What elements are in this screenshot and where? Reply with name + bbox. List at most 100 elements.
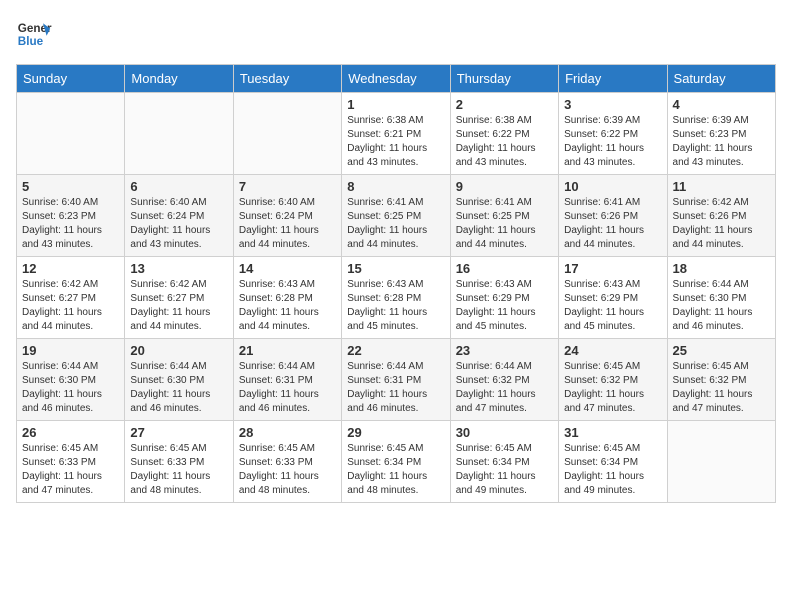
calendar-cell: 14 Sunrise: 6:43 AMSunset: 6:28 PMDayligh… (233, 257, 341, 339)
calendar-cell: 19Sunrise: 6:44 AMSunset: 6:30 PMDayligh… (17, 339, 125, 421)
day-number: 20 (130, 343, 227, 358)
calendar-week-row: 1Sunrise: 6:38 AMSunset: 6:21 PMDaylight… (17, 93, 776, 175)
calendar-cell: 25Sunrise: 6:45 AMSunset: 6:32 PMDayligh… (667, 339, 775, 421)
calendar-cell: 23 Sunrise: 6:44 AMSunset: 6:32 PMDayligh… (450, 339, 558, 421)
calendar-table: SundayMondayTuesdayWednesdayThursdayFrid… (16, 64, 776, 503)
day-info: Sunrise: 6:45 AMSunset: 6:34 PMDaylight:… (347, 442, 444, 498)
calendar-cell: 21Sunrise: 6:44 AMSunset: 6:31 PMDayligh… (233, 339, 341, 421)
day-info: Sunrise: 6:40 AMSunset: 6:24 PMDaylight:… (239, 196, 336, 252)
day-number: 6 (130, 179, 227, 194)
dow-header: Sunday (17, 65, 125, 93)
dow-header: Thursday (450, 65, 558, 93)
svg-text:Blue: Blue (18, 35, 44, 48)
day-info: Sunrise: 6:42 AMSunset: 6:27 PMDaylight:… (130, 278, 227, 334)
day-number: 18 (673, 261, 770, 276)
day-number: 2 (456, 97, 553, 112)
dow-header: Wednesday (342, 65, 450, 93)
day-number: 14 (239, 261, 336, 276)
day-number: 23 (456, 343, 553, 358)
day-info: Sunrise: 6:38 AMSunset: 6:21 PMDaylight:… (347, 114, 444, 170)
day-number: 29 (347, 425, 444, 440)
calendar-body: 1Sunrise: 6:38 AMSunset: 6:21 PMDaylight… (17, 93, 776, 503)
dow-header: Saturday (667, 65, 775, 93)
calendar-cell: 17 Sunrise: 6:43 AMSunset: 6:29 PMDayligh… (559, 257, 667, 339)
calendar-cell: 4 Sunrise: 6:39 AMSunset: 6:23 PMDaylight… (667, 93, 775, 175)
calendar-week-row: 19Sunrise: 6:44 AMSunset: 6:30 PMDayligh… (17, 339, 776, 421)
day-info: Sunrise: 6:45 AMSunset: 6:32 PMDaylight:… (564, 360, 661, 416)
day-number: 19 (22, 343, 119, 358)
calendar-cell: 20Sunrise: 6:44 AMSunset: 6:30 PMDayligh… (125, 339, 233, 421)
logo: General Blue (16, 16, 52, 52)
calendar-cell: 28Sunrise: 6:45 AMSunset: 6:33 PMDayligh… (233, 421, 341, 503)
day-info: Sunrise: 6:45 AMSunset: 6:33 PMDaylight:… (130, 442, 227, 498)
day-info: Sunrise: 6:43 AMSunset: 6:28 PMDaylight:… (239, 278, 336, 334)
day-number: 17 (564, 261, 661, 276)
day-info: Sunrise: 6:44 AMSunset: 6:31 PMDaylight:… (347, 360, 444, 416)
calendar-cell: 29 Sunrise: 6:45 AMSunset: 6:34 PMDayligh… (342, 421, 450, 503)
calendar-cell (233, 93, 341, 175)
calendar-cell: 30Sunrise: 6:45 AMSunset: 6:34 PMDayligh… (450, 421, 558, 503)
day-info: Sunrise: 6:45 AMSunset: 6:33 PMDaylight:… (22, 442, 119, 498)
day-number: 24 (564, 343, 661, 358)
day-info: Sunrise: 6:44 AMSunset: 6:30 PMDaylight:… (673, 278, 770, 334)
calendar-cell: 31 Sunrise: 6:45 AMSunset: 6:34 PMDayligh… (559, 421, 667, 503)
day-info: Sunrise: 6:40 AMSunset: 6:24 PMDaylight:… (130, 196, 227, 252)
day-info: Sunrise: 6:38 AMSunset: 6:22 PMDaylight:… (456, 114, 553, 170)
day-info: Sunrise: 6:43 AMSunset: 6:28 PMDaylight:… (347, 278, 444, 334)
day-number: 4 (673, 97, 770, 112)
calendar-week-row: 26 Sunrise: 6:45 AMSunset: 6:33 PMDayligh… (17, 421, 776, 503)
calendar-cell: 9Sunrise: 6:41 AMSunset: 6:25 PMDaylight… (450, 175, 558, 257)
day-info: Sunrise: 6:40 AMSunset: 6:23 PMDaylight:… (22, 196, 119, 252)
day-number: 3 (564, 97, 661, 112)
calendar-cell: 10 Sunrise: 6:41 AMSunset: 6:26 PMDayligh… (559, 175, 667, 257)
day-info: Sunrise: 6:41 AMSunset: 6:25 PMDaylight:… (456, 196, 553, 252)
calendar-week-row: 5 Sunrise: 6:40 AMSunset: 6:23 PMDaylight… (17, 175, 776, 257)
day-number: 16 (456, 261, 553, 276)
calendar-cell: 13Sunrise: 6:42 AMSunset: 6:27 PMDayligh… (125, 257, 233, 339)
day-number: 5 (22, 179, 119, 194)
day-info: Sunrise: 6:39 AMSunset: 6:23 PMDaylight:… (673, 114, 770, 170)
logo-icon: General Blue (16, 16, 52, 52)
calendar-cell: 26 Sunrise: 6:45 AMSunset: 6:33 PMDayligh… (17, 421, 125, 503)
calendar-cell (125, 93, 233, 175)
dow-header: Monday (125, 65, 233, 93)
day-number: 30 (456, 425, 553, 440)
calendar-cell: 1Sunrise: 6:38 AMSunset: 6:21 PMDaylight… (342, 93, 450, 175)
calendar-cell: 6 Sunrise: 6:40 AMSunset: 6:24 PMDaylight… (125, 175, 233, 257)
day-info: Sunrise: 6:43 AMSunset: 6:29 PMDaylight:… (564, 278, 661, 334)
day-info: Sunrise: 6:42 AMSunset: 6:26 PMDaylight:… (673, 196, 770, 252)
day-number: 31 (564, 425, 661, 440)
calendar-cell (17, 93, 125, 175)
day-number: 8 (347, 179, 444, 194)
calendar-cell: 27 Sunrise: 6:45 AMSunset: 6:33 PMDayligh… (125, 421, 233, 503)
calendar-cell: 12 Sunrise: 6:42 AMSunset: 6:27 PMDayligh… (17, 257, 125, 339)
calendar-cell: 8Sunrise: 6:41 AMSunset: 6:25 PMDaylight… (342, 175, 450, 257)
calendar-cell: 3Sunrise: 6:39 AMSunset: 6:22 PMDaylight… (559, 93, 667, 175)
days-of-week-row: SundayMondayTuesdayWednesdayThursdayFrid… (17, 65, 776, 93)
day-number: 25 (673, 343, 770, 358)
day-info: Sunrise: 6:45 AMSunset: 6:34 PMDaylight:… (564, 442, 661, 498)
dow-header: Tuesday (233, 65, 341, 93)
day-info: Sunrise: 6:43 AMSunset: 6:29 PMDaylight:… (456, 278, 553, 334)
dow-header: Friday (559, 65, 667, 93)
day-info: Sunrise: 6:44 AMSunset: 6:32 PMDaylight:… (456, 360, 553, 416)
day-number: 15 (347, 261, 444, 276)
day-number: 27 (130, 425, 227, 440)
day-number: 26 (22, 425, 119, 440)
calendar-cell: 24 Sunrise: 6:45 AMSunset: 6:32 PMDayligh… (559, 339, 667, 421)
day-number: 22 (347, 343, 444, 358)
page-header: General Blue (16, 16, 776, 52)
calendar-cell: 22 Sunrise: 6:44 AMSunset: 6:31 PMDayligh… (342, 339, 450, 421)
day-number: 28 (239, 425, 336, 440)
day-number: 10 (564, 179, 661, 194)
day-info: Sunrise: 6:42 AMSunset: 6:27 PMDaylight:… (22, 278, 119, 334)
day-info: Sunrise: 6:41 AMSunset: 6:26 PMDaylight:… (564, 196, 661, 252)
calendar-cell: 11Sunrise: 6:42 AMSunset: 6:26 PMDayligh… (667, 175, 775, 257)
day-number: 12 (22, 261, 119, 276)
calendar-cell: 7 Sunrise: 6:40 AMSunset: 6:24 PMDaylight… (233, 175, 341, 257)
calendar-week-row: 12 Sunrise: 6:42 AMSunset: 6:27 PMDayligh… (17, 257, 776, 339)
day-info: Sunrise: 6:44 AMSunset: 6:31 PMDaylight:… (239, 360, 336, 416)
day-number: 7 (239, 179, 336, 194)
calendar-cell: 18 Sunrise: 6:44 AMSunset: 6:30 PMDayligh… (667, 257, 775, 339)
calendar-cell: 2 Sunrise: 6:38 AMSunset: 6:22 PMDaylight… (450, 93, 558, 175)
